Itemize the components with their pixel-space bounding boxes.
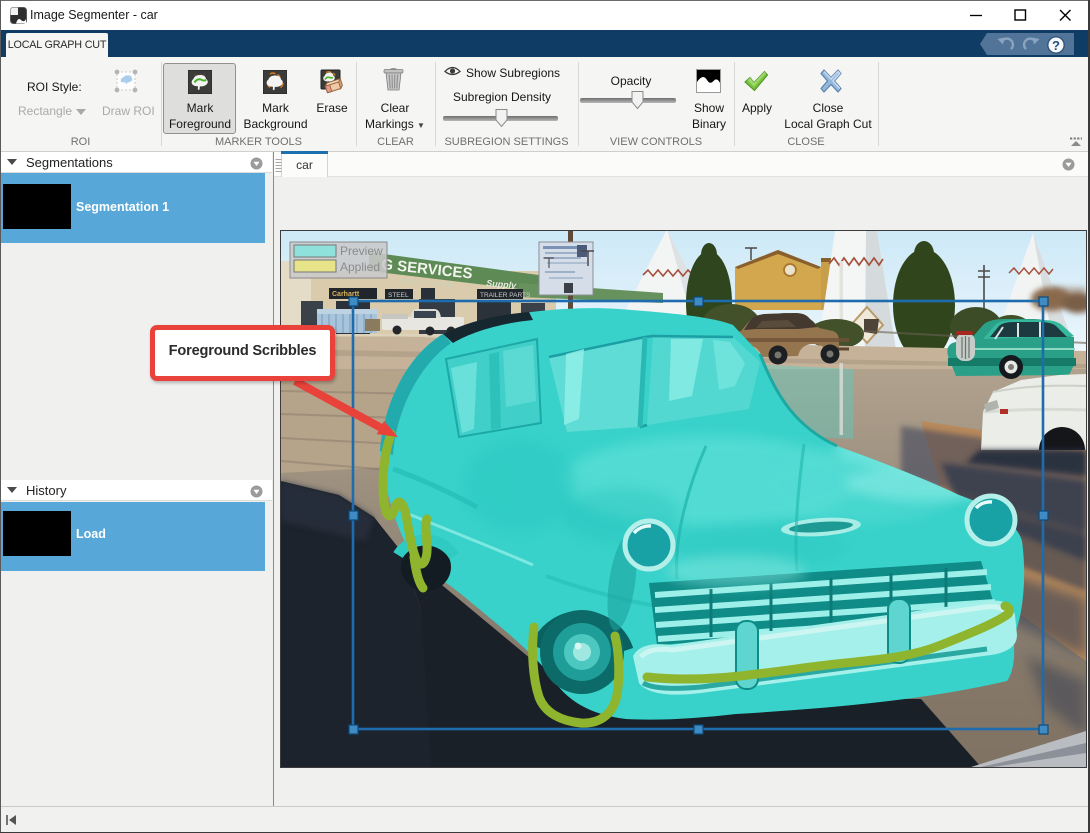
svg-text:TRAILER PARTS: TRAILER PARTS [480, 292, 531, 299]
svg-text:Preview: Preview [340, 244, 383, 258]
svg-text:Applied: Applied [340, 260, 380, 274]
svg-text:?: ? [1052, 38, 1060, 53]
svg-text:STEEL: STEEL [388, 292, 409, 299]
